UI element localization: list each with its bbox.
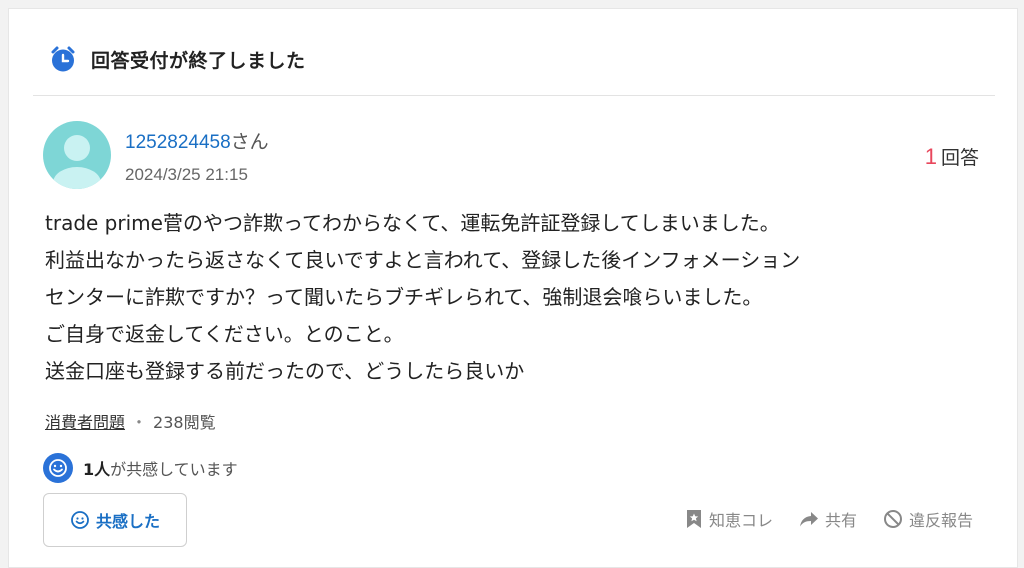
post-date: 2024/3/25 21:15: [125, 165, 248, 184]
user-suffix: さん: [230, 132, 269, 153]
view-count: 238閲覧: [153, 413, 216, 432]
answer-count[interactable]: 1 回答: [925, 143, 979, 170]
chiebukuro-button[interactable]: 知恵コレ: [685, 507, 773, 531]
question-line: ご自身で返金してください。とのこと。: [45, 322, 404, 346]
answer-count-label: 回答: [940, 147, 979, 169]
category-link[interactable]: 消費者問題: [45, 409, 125, 433]
user-name-link[interactable]: 1252824458さん: [125, 127, 269, 154]
share-button[interactable]: 共有: [799, 507, 857, 531]
smile-icon: [43, 453, 73, 483]
user-id[interactable]: 1252824458: [125, 132, 231, 153]
question-line: 利益出なかったら返さなくて良いですよと言われて、登録した後インフォメーション: [45, 248, 801, 272]
action-bar: 知恵コレ 共有 違反報告: [659, 507, 973, 531]
status-header: 回答受付が終了しました: [47, 43, 306, 75]
question-meta: 消費者問題 ・ 238閲覧: [45, 409, 216, 433]
empathy-suffix: が共感しています: [110, 460, 238, 479]
empathy-count: 1人: [83, 460, 111, 479]
answer-count-number: 1: [924, 144, 937, 169]
question-card: 回答受付が終了しました 1252824458さん 2024/3/25 21:15…: [8, 8, 1018, 568]
meta-separator: ・: [131, 413, 148, 432]
empathy-button-label: 共感した: [95, 512, 160, 531]
bookmark-star-icon: [686, 510, 701, 528]
report-button[interactable]: 違反報告: [883, 507, 973, 531]
report-label: 違反報告: [908, 511, 973, 530]
question-line: trade prime菅のやつ詐欺ってわからなくて、運転免許証登録してしまいまし…: [45, 211, 780, 235]
share-label: 共有: [824, 511, 857, 530]
prohibited-icon: [883, 510, 902, 528]
alarm-clock-icon: [47, 43, 79, 75]
empathy-summary: 1人 が共感しています: [43, 453, 238, 483]
smile-outline-icon: [70, 510, 90, 530]
question-line: センターに詐欺ですか？って聞いたらブチギレられて、強制退会喰らいました。: [45, 285, 763, 309]
share-arrow-icon: [799, 512, 818, 527]
chiebukuro-label: 知恵コレ: [708, 511, 773, 530]
avatar[interactable]: [43, 121, 111, 189]
divider: [33, 95, 995, 96]
empathy-button[interactable]: 共感した: [43, 493, 187, 547]
question-body: trade prime菅のやつ詐欺ってわからなくて、運転免許証登録してしまいまし…: [45, 205, 985, 390]
question-line: 送金口座も登録する前だったので、どうしたら良いか: [45, 359, 525, 383]
status-title: 回答受付が終了しました: [91, 49, 306, 72]
